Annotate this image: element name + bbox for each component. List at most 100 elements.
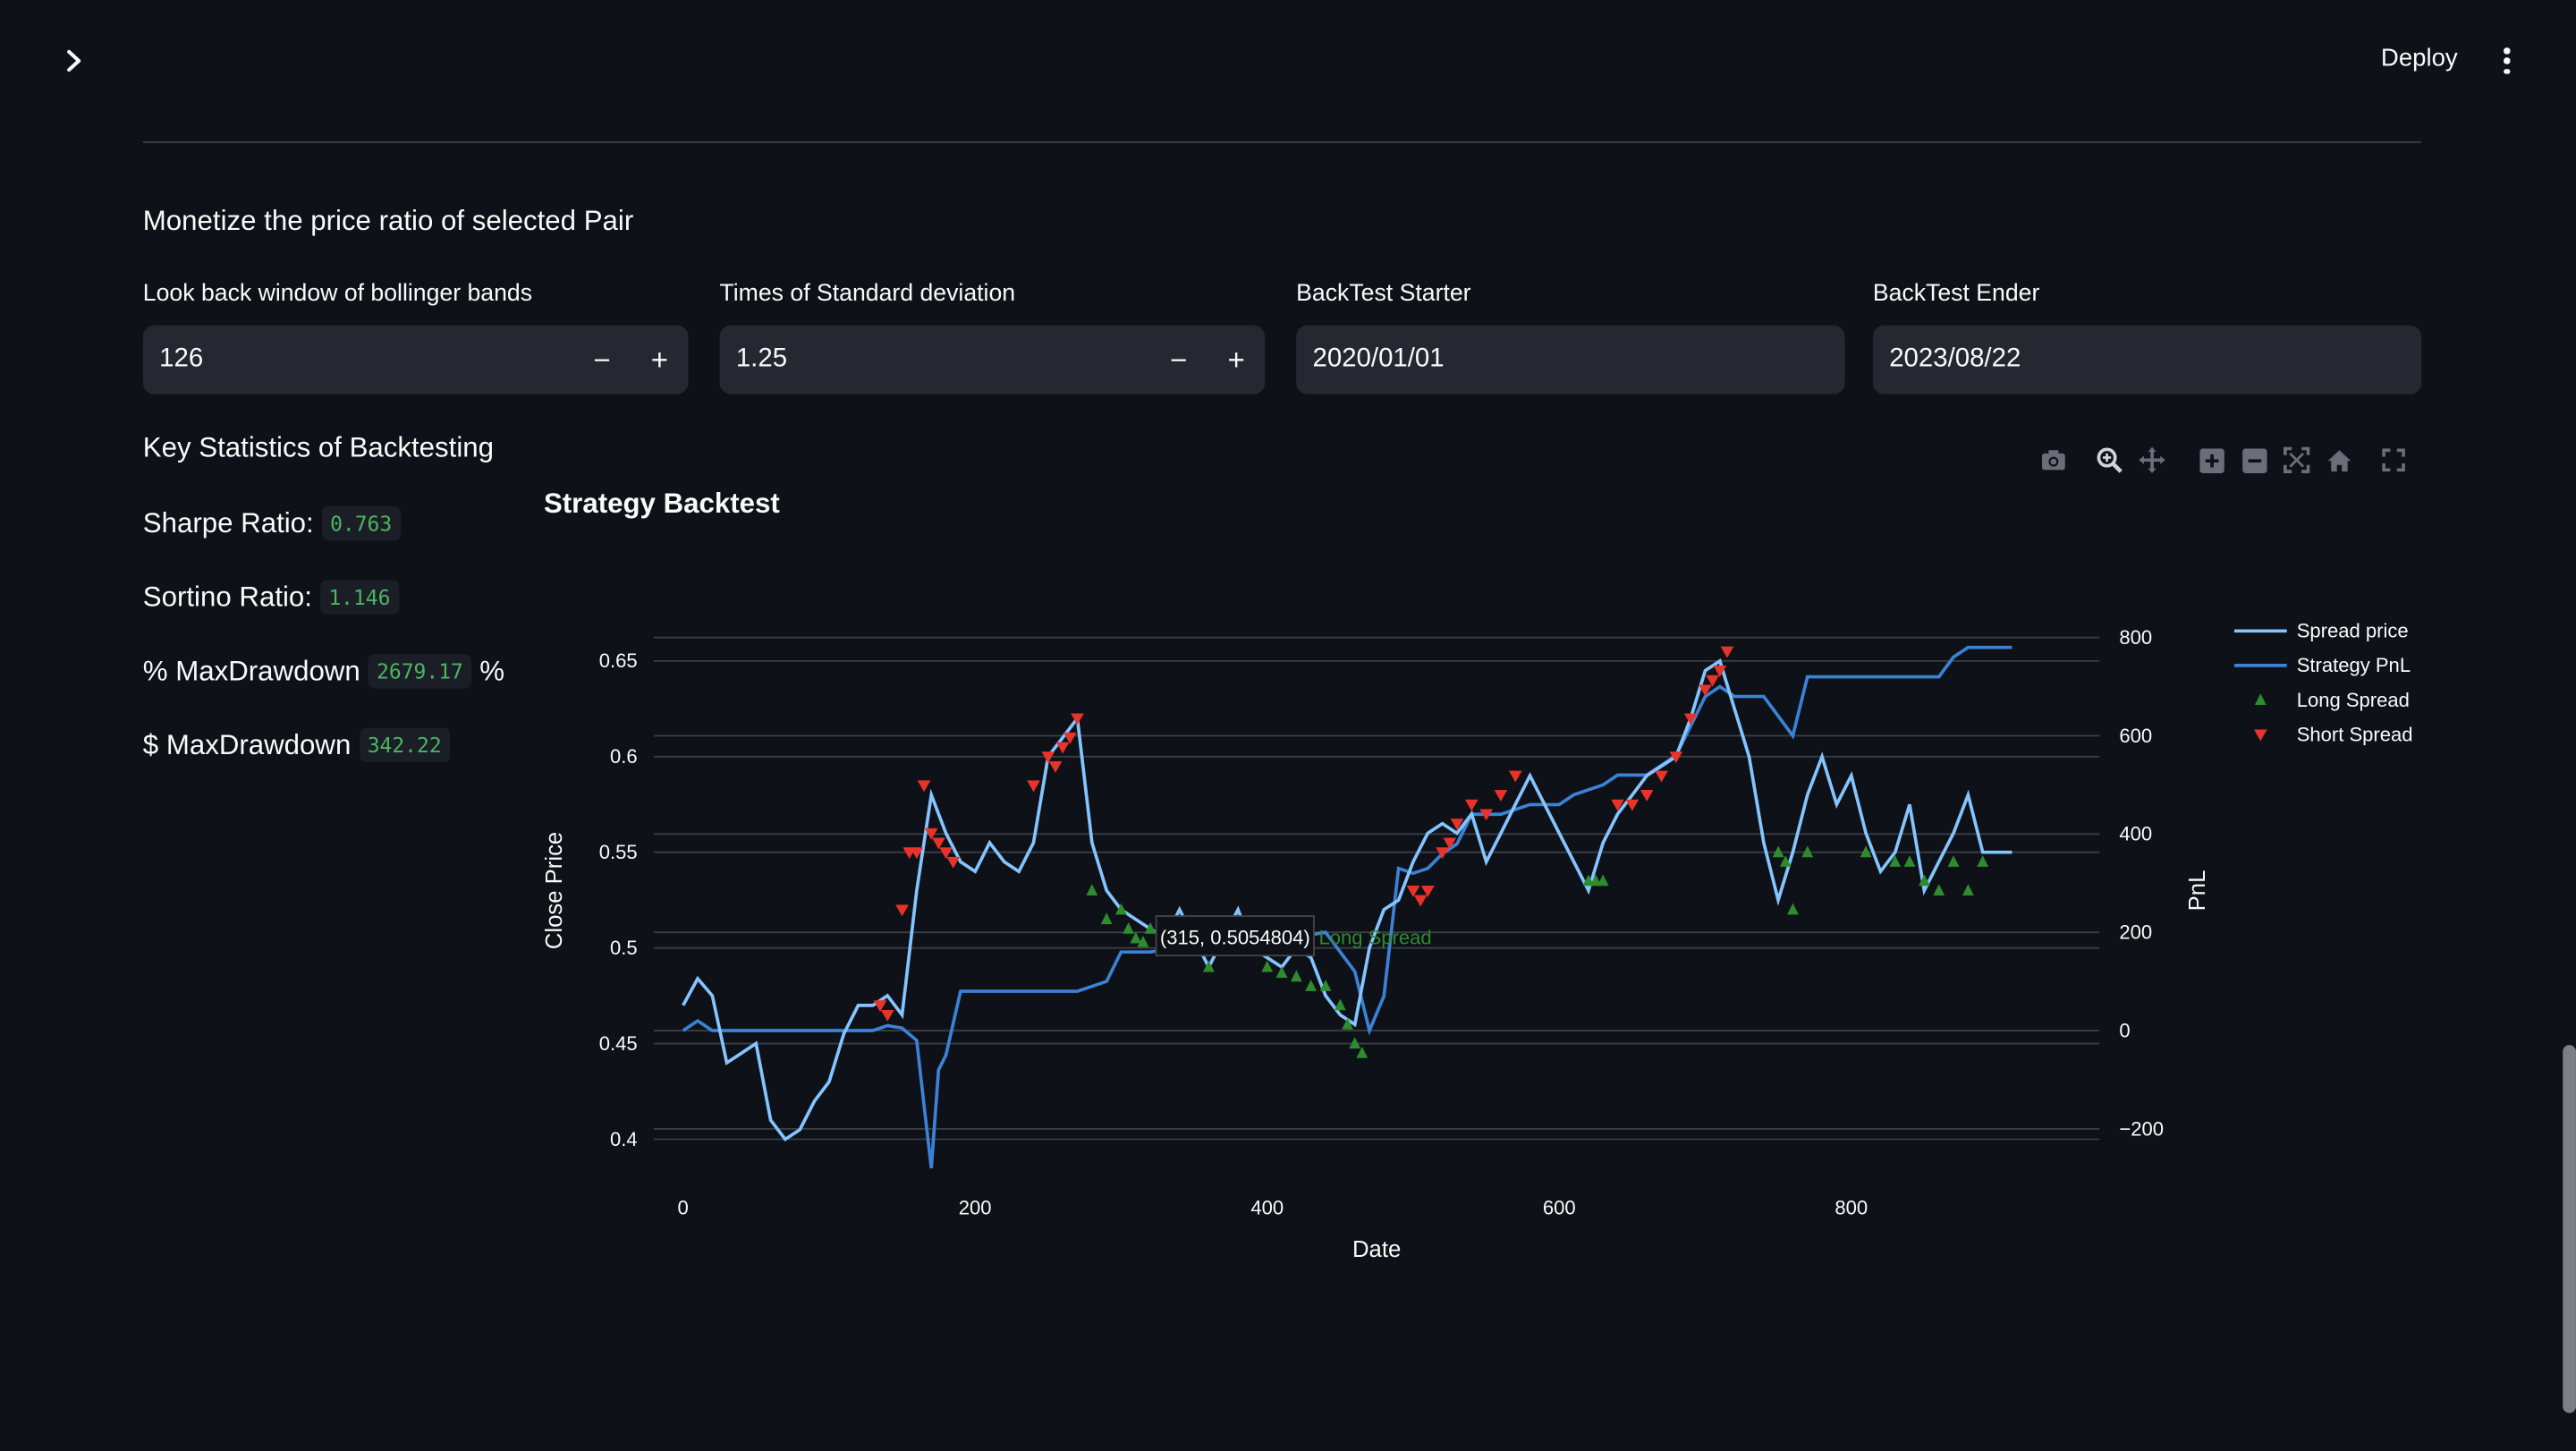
backtest-end-field[interactable]: 2023/08/22 xyxy=(1872,325,2422,395)
backtest-start-field[interactable]: 2020/01/01 xyxy=(1296,325,1845,395)
short-spread-marker xyxy=(1055,742,1070,754)
x-tick-label: 800 xyxy=(1835,1196,1868,1218)
stats-title: Key Statistics of Backtesting xyxy=(142,432,495,463)
backtest-start-label: BackTest Starter xyxy=(1296,281,1471,308)
usd-maxdrawdown-value: 342.22 xyxy=(359,727,450,763)
fullscreen-icon[interactable] xyxy=(2377,444,2411,477)
legend-swatch-triangle-up xyxy=(2254,693,2267,705)
short-spread-marker xyxy=(1720,646,1734,658)
long-spread-marker xyxy=(1275,966,1288,978)
std-times-value[interactable]: 1.25 xyxy=(719,345,1149,375)
short-spread-marker xyxy=(1640,790,1654,802)
sharpe-ratio-label: Sharpe Ratio: xyxy=(142,506,314,539)
chart-grid xyxy=(654,636,2100,1141)
usd-maxdrawdown-label: $ MaxDrawdown xyxy=(142,728,352,760)
legend-label: Spread price xyxy=(2297,620,2409,642)
chart-modebar xyxy=(2038,444,2411,477)
page-scrollbar[interactable] xyxy=(2563,1045,2576,1413)
lookback-value[interactable]: 126 xyxy=(143,345,573,375)
spread-price-line xyxy=(682,658,2012,1142)
reset-axes-icon[interactable] xyxy=(2323,444,2356,477)
long-spread-marker xyxy=(1933,884,1945,896)
zoom-in-icon[interactable] xyxy=(2195,444,2228,477)
y-tick-label: 0.45 xyxy=(599,1032,638,1055)
chart-title: Strategy Backtest xyxy=(543,488,780,520)
lookback-label: Look back window of bollinger bands xyxy=(142,281,533,308)
long-spread-marker xyxy=(1305,980,1318,991)
sharpe-ratio-value: 0.763 xyxy=(321,505,401,541)
y-axis-ticks: 0.4 0.45 0.5 0.55 0.6 0.65 xyxy=(599,649,638,1150)
backtest-start-value[interactable]: 2020/01/01 xyxy=(1296,345,1844,375)
long-spread-marker xyxy=(1977,855,1989,867)
pct-suffix: % xyxy=(479,654,505,686)
sortino-ratio-value: 1.146 xyxy=(320,580,399,615)
backtest-chart[interactable]: 0.40.450.50.550.60.65 −2000200400600800 … xyxy=(526,542,2464,1298)
long-spread-marker xyxy=(1100,912,1113,925)
long-spread-marker xyxy=(1597,874,1609,887)
legend-label: Short Spread xyxy=(2297,723,2413,745)
long-spread-marker xyxy=(1261,960,1274,972)
short-spread-marker xyxy=(880,1009,894,1022)
main-menu-icon[interactable] xyxy=(2497,45,2517,78)
long-spread-marker xyxy=(1086,884,1098,896)
short-spread-marker xyxy=(1413,895,1428,907)
short-spread-marker xyxy=(1625,799,1640,811)
y2-tick-label: 400 xyxy=(2119,823,2152,845)
backtest-end-value[interactable]: 2023/08/22 xyxy=(1873,345,2421,375)
short-spread-marker xyxy=(895,904,909,917)
std-times-number-input[interactable]: 1.25 − + xyxy=(719,325,1266,395)
pct-maxdrawdown-label: % MaxDrawdown xyxy=(142,654,360,686)
x-tick-label: 400 xyxy=(1250,1196,1284,1218)
y-tick-label: 0.55 xyxy=(599,841,638,863)
divider xyxy=(142,140,2422,143)
pan-icon[interactable] xyxy=(2136,444,2169,477)
y-tick-label: 0.5 xyxy=(610,937,638,959)
short-spread-marker xyxy=(1494,790,1508,802)
x-tick-label: 0 xyxy=(678,1196,689,1218)
page-subtitle: Monetize the price ratio of selected Pai… xyxy=(142,205,634,237)
long-spread-marker xyxy=(1947,855,1960,867)
std-times-increment-button[interactable]: + xyxy=(1208,326,1265,395)
pct-maxdrawdown-value: 2679.17 xyxy=(368,654,472,689)
y2-tick-label: 0 xyxy=(2119,1019,2130,1041)
usd-maxdrawdown-stat: $ MaxDrawdown 342.22 xyxy=(142,727,450,763)
pct-maxdrawdown-stat: % MaxDrawdown 2679.17 % xyxy=(143,654,504,689)
camera-icon[interactable] xyxy=(2038,444,2071,477)
deploy-button[interactable]: Deploy xyxy=(2381,45,2458,72)
x-tick-label: 200 xyxy=(959,1196,992,1218)
x-axis-ticks: 0 200 400 600 800 xyxy=(678,1196,1868,1218)
short-spread-marker xyxy=(1464,799,1479,811)
backtest-end-label: BackTest Ender xyxy=(1872,281,2040,308)
short-spread-marker xyxy=(917,780,931,793)
zoom-icon[interactable] xyxy=(2093,444,2126,477)
long-spread-marker xyxy=(1349,1037,1361,1049)
hover-series-label: Long Spread xyxy=(1318,926,1431,948)
short-spread-marker xyxy=(946,856,961,869)
std-times-decrement-button[interactable]: − xyxy=(1150,326,1208,395)
legend-label: Strategy PnL xyxy=(2297,654,2411,676)
y2-tick-label: −200 xyxy=(2119,1117,2164,1140)
x-tick-label: 600 xyxy=(1543,1196,1576,1218)
lookback-increment-button[interactable]: + xyxy=(631,326,688,395)
y2-axis-ticks: −200 0 200 400 600 800 xyxy=(2119,626,2164,1140)
short-spread-marker xyxy=(1655,770,1668,783)
autoscale-icon[interactable] xyxy=(2280,444,2313,477)
legend-swatch-triangle-down xyxy=(2253,729,2267,742)
lookback-number-input[interactable]: 126 − + xyxy=(142,325,689,395)
short-spread-marker xyxy=(1027,780,1040,793)
lookback-decrement-button[interactable]: − xyxy=(573,326,631,395)
y-axis-label: Close Price xyxy=(542,832,567,949)
chevron-right-icon[interactable] xyxy=(55,43,91,79)
sortino-ratio-stat: Sortino Ratio: 1.146 xyxy=(143,580,399,615)
long-spread-marker xyxy=(1123,921,1135,934)
y-tick-label: 0.4 xyxy=(610,1128,638,1150)
chart-lines xyxy=(682,645,2012,1169)
legend-label: Long Spread xyxy=(2297,689,2410,711)
y2-tick-label: 200 xyxy=(2119,921,2152,944)
y-tick-label: 0.65 xyxy=(599,649,638,672)
long-spread-marker xyxy=(1290,970,1302,982)
zoom-out-icon[interactable] xyxy=(2238,444,2271,477)
long-spread-marker xyxy=(1334,998,1346,1011)
short-spread-marker xyxy=(1048,760,1063,773)
top-bar: Deploy xyxy=(0,0,2576,118)
